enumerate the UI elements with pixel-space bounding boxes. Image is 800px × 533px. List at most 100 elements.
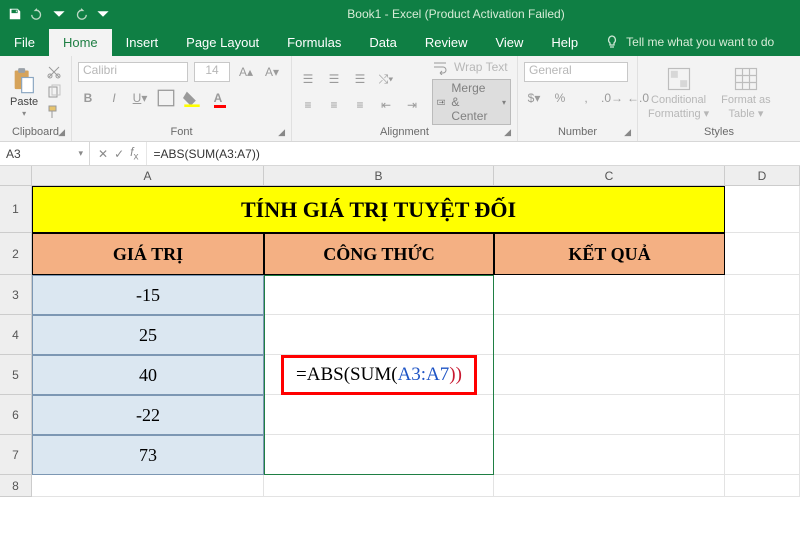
qat-customize-icon[interactable] xyxy=(94,5,112,23)
tab-formulas[interactable]: Formulas xyxy=(273,29,355,56)
row-header-1[interactable]: 1 xyxy=(0,186,32,233)
redo-icon[interactable] xyxy=(72,5,90,23)
cell-a3[interactable]: -15 xyxy=(32,275,264,315)
tab-review[interactable]: Review xyxy=(411,29,482,56)
conditional-formatting-button[interactable]: Conditional Formatting ▾ xyxy=(644,63,713,122)
currency-icon[interactable]: $▾ xyxy=(524,88,544,108)
title-bar: Book1 - Excel (Product Activation Failed… xyxy=(0,0,800,28)
tab-data[interactable]: Data xyxy=(355,29,410,56)
row-header-6[interactable]: 6 xyxy=(0,395,32,435)
format-painter-icon[interactable] xyxy=(46,104,62,120)
align-right-icon[interactable]: ≡ xyxy=(350,95,370,115)
font-size-select[interactable]: 14 xyxy=(194,62,230,82)
decrease-font-icon[interactable]: A▾ xyxy=(262,62,282,82)
format-as-table-button[interactable]: Format as Table ▾ xyxy=(717,63,775,122)
font-name-select[interactable]: Calibri xyxy=(78,62,188,82)
cell-a7[interactable]: 73 xyxy=(32,435,264,475)
number-format-select[interactable]: General xyxy=(524,62,628,82)
decrease-indent-icon[interactable]: ⇤ xyxy=(376,95,396,115)
worksheet[interactable]: ABCD 12345678 TÍNH GIÁ TRỊ TUYỆT ĐỐI GIÁ… xyxy=(0,166,800,533)
launcher-icon[interactable]: ◢ xyxy=(278,127,285,138)
cell-a4[interactable]: 25 xyxy=(32,315,264,355)
increase-font-icon[interactable]: A▴ xyxy=(236,62,256,82)
formula-bar[interactable]: =ABS(SUM(A3:A7)) xyxy=(146,142,800,165)
cancel-icon[interactable]: ✕ xyxy=(98,147,108,161)
group-clipboard: Paste ▾ Clipboard◢ xyxy=(0,56,72,141)
percent-icon[interactable]: % xyxy=(550,88,570,108)
undo-icon[interactable] xyxy=(28,5,46,23)
group-alignment: ☰ ☰ ☰ ⤭▾ ≡ ≡ ≡ ⇤ ⇥ Wrap Text xyxy=(292,56,518,141)
dropdown-icon[interactable] xyxy=(50,5,68,23)
quick-access-toolbar xyxy=(0,5,112,23)
group-styles-label: Styles xyxy=(704,126,734,138)
enter-icon[interactable]: ✓ xyxy=(114,147,124,161)
select-all-corner[interactable] xyxy=(0,166,32,186)
row-header-3[interactable]: 3 xyxy=(0,275,32,315)
row-header-8[interactable]: 8 xyxy=(0,475,32,497)
tab-insert[interactable]: Insert xyxy=(112,29,173,56)
wrap-text-icon xyxy=(432,59,448,75)
align-bottom-icon[interactable]: ☰ xyxy=(350,69,370,89)
bold-button[interactable]: B xyxy=(78,88,98,108)
paste-icon xyxy=(10,67,38,95)
group-number-label: Number xyxy=(558,126,597,138)
tell-me[interactable]: Tell me what you want to do xyxy=(592,28,786,56)
formula-display-cell[interactable]: =ABS(SUM(A3:A7)) xyxy=(264,275,494,475)
merge-label: Merge & Center xyxy=(451,81,496,123)
header-formula[interactable]: CÔNG THỨC xyxy=(264,233,494,275)
row-header-7[interactable]: 7 xyxy=(0,435,32,475)
tab-home[interactable]: Home xyxy=(49,29,112,56)
underline-button[interactable]: U▾ xyxy=(130,88,150,108)
launcher-icon[interactable]: ◢ xyxy=(624,127,631,138)
launcher-icon[interactable]: ◢ xyxy=(504,127,511,138)
tab-view[interactable]: View xyxy=(481,29,537,56)
increase-decimal-icon[interactable]: .0→ xyxy=(602,88,622,108)
conditional-formatting-icon xyxy=(665,65,693,93)
align-middle-icon[interactable]: ☰ xyxy=(324,69,344,89)
bulb-icon xyxy=(604,34,620,50)
ribbon-tabs: File Home Insert Page Layout Formulas Da… xyxy=(0,28,800,56)
align-center-icon[interactable]: ≡ xyxy=(324,95,344,115)
tab-page-layout[interactable]: Page Layout xyxy=(172,29,273,56)
save-icon[interactable] xyxy=(6,5,24,23)
cell-a5[interactable]: 40 xyxy=(32,355,264,395)
tab-file[interactable]: File xyxy=(0,29,49,56)
title-text: TÍNH GIÁ TRỊ TUYỆT ĐỐI xyxy=(241,197,516,223)
align-left-icon[interactable]: ≡ xyxy=(298,95,318,115)
paste-button[interactable]: Paste ▾ xyxy=(6,65,42,120)
row-header-4[interactable]: 4 xyxy=(0,315,32,355)
column-header-d[interactable]: D xyxy=(725,166,800,186)
italic-button[interactable]: I xyxy=(104,88,124,108)
row-header-5[interactable]: 5 xyxy=(0,355,32,395)
font-color-button[interactable]: A xyxy=(208,88,228,108)
cell-a6[interactable]: -22 xyxy=(32,395,264,435)
increase-indent-icon[interactable]: ⇥ xyxy=(402,95,422,115)
row-header-2[interactable]: 2 xyxy=(0,233,32,275)
paste-label: Paste xyxy=(10,96,38,108)
title-cell[interactable]: TÍNH GIÁ TRỊ TUYỆT ĐỐI xyxy=(32,186,725,233)
border-button[interactable] xyxy=(156,88,176,108)
header-value[interactable]: GIÁ TRỊ xyxy=(32,233,264,275)
group-number: General $▾ % , .0→ ←.0 Number◢ xyxy=(518,56,638,141)
comma-icon[interactable]: , xyxy=(576,88,596,108)
tab-help[interactable]: Help xyxy=(537,29,592,56)
wrap-text-button[interactable]: Wrap Text xyxy=(432,59,511,75)
name-box[interactable]: A3 ▾ xyxy=(0,142,90,165)
column-header-c[interactable]: C xyxy=(494,166,725,186)
align-top-icon[interactable]: ☰ xyxy=(298,69,318,89)
copy-icon[interactable] xyxy=(46,84,62,100)
fx-icon[interactable]: fx xyxy=(130,145,138,162)
formula-display-box: =ABS(SUM(A3:A7)) xyxy=(281,355,477,395)
group-clipboard-label: Clipboard xyxy=(12,126,59,138)
column-header-a[interactable]: A xyxy=(32,166,264,186)
header-result[interactable]: KẾT QUẢ xyxy=(494,233,725,275)
ribbon: Paste ▾ Clipboard◢ Calibri 14 A▴ A▾ B I … xyxy=(0,56,800,142)
launcher-icon[interactable]: ◢ xyxy=(58,127,65,138)
merge-center-button[interactable]: Merge & Center ▾ xyxy=(432,79,511,125)
cut-icon[interactable] xyxy=(46,64,62,80)
column-header-b[interactable]: B xyxy=(264,166,494,186)
dropdown-icon[interactable]: ▾ xyxy=(78,148,83,159)
orientation-icon[interactable]: ⤭▾ xyxy=(376,69,396,89)
fill-color-button[interactable] xyxy=(182,88,202,108)
tell-me-label: Tell me what you want to do xyxy=(626,35,774,49)
